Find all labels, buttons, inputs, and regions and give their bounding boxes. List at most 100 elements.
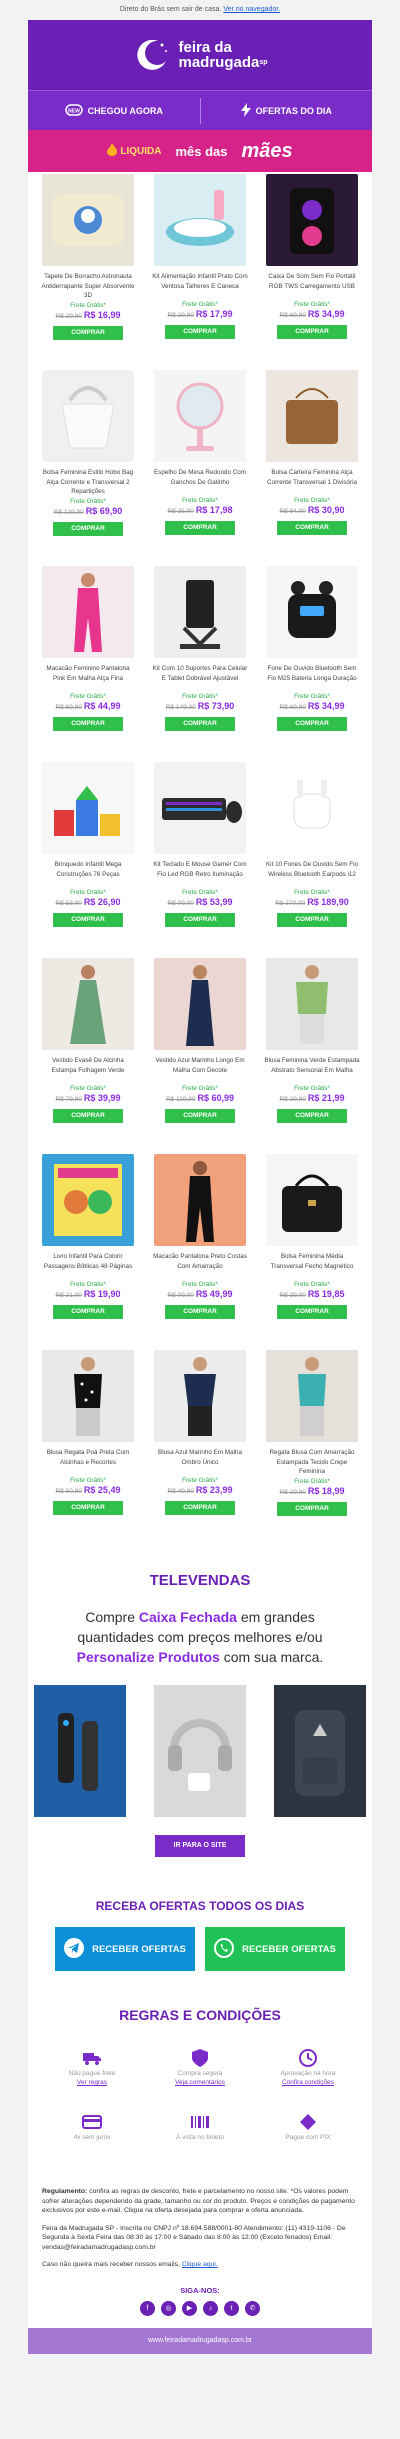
earbuds-case-icon[interactable] <box>266 566 358 658</box>
clock-icon <box>254 2047 362 2069</box>
go-to-site-button[interactable]: IR PARA O SITE <box>155 1835 245 1857</box>
regra-link[interactable]: Confira condições <box>254 2078 362 2087</box>
backpack-image[interactable] <box>274 1685 366 1817</box>
buy-button[interactable]: COMPRAR <box>165 913 235 927</box>
instagram-icon[interactable]: ◎ <box>161 2300 176 2316</box>
buy-button[interactable]: COMPRAR <box>53 325 123 340</box>
twitter-icon[interactable]: t <box>224 2300 239 2316</box>
old-price: R$ 31,90 <box>55 1292 82 1299</box>
product-card[interactable]: Brinquedo Infantil Mega Construções 76 P… <box>38 760 138 956</box>
speaker-icon[interactable] <box>266 174 358 266</box>
buy-button[interactable]: COMPRAR <box>165 1305 235 1319</box>
promo-mes-text: mês das <box>175 143 228 159</box>
product-card[interactable]: Bolsa Carteira Feminina Alça Corrente Tr… <box>262 368 362 564</box>
buy-button[interactable]: COMPRAR <box>165 1501 235 1515</box>
buy-button[interactable]: COMPRAR <box>53 521 123 536</box>
product-card[interactable]: Kit Alimentação Infantil Prato Com Vento… <box>150 172 250 368</box>
buy-button[interactable]: COMPRAR <box>277 1305 347 1319</box>
buy-button[interactable]: COMPRAR <box>53 913 123 927</box>
product-card[interactable]: Vestido Azul Marinho Longo Em Malha Com … <box>150 956 250 1152</box>
headphones-image[interactable] <box>154 1685 246 1817</box>
navy-blouse-icon[interactable] <box>154 1350 246 1442</box>
buy-button[interactable]: COMPRAR <box>277 521 347 535</box>
logo-header[interactable]: feira da madrugadasp <box>28 20 372 90</box>
buy-button[interactable]: COMPRAR <box>165 1109 235 1123</box>
green-blouse-icon[interactable] <box>266 958 358 1050</box>
new-price: R$ 34,99 <box>307 701 345 711</box>
product-card[interactable]: Livro Infantil Para Colorir Passagens Bí… <box>38 1152 138 1348</box>
coloring-book-icon[interactable] <box>42 1154 134 1246</box>
nav-chegou-agora[interactable]: NEW CHEGOU AGORA <box>28 103 200 118</box>
buy-button[interactable]: COMPRAR <box>165 521 235 535</box>
toy-blocks-icon[interactable] <box>42 762 134 854</box>
old-price: R$ 39,90 <box>279 1488 306 1496</box>
product-card[interactable]: Espelho De Mesa Redondo Com Ganchos De G… <box>150 368 250 564</box>
product-card[interactable]: Blusa Feminina Verde Estampada Abstrato … <box>262 956 362 1152</box>
regra-link[interactable]: Ver regras <box>38 2078 146 2087</box>
dotted-top-icon[interactable] <box>42 1350 134 1442</box>
product-card[interactable]: Macacão Feminino Pantalona Pink Em Malha… <box>38 564 138 760</box>
mat-icon[interactable] <box>42 174 134 266</box>
product-card[interactable]: Tapete De Borracho Astronauta Antiderrap… <box>38 172 138 368</box>
product-card[interactable]: Bolsa Feminina Estilo Hobo Bag Alça Corr… <box>38 368 138 564</box>
regra-item[interactable]: Não pague frete Ver regras <box>38 2047 146 2097</box>
buy-button[interactable]: COMPRAR <box>277 913 347 927</box>
product-card[interactable]: Bolsa Feminina Média Transversal Fecho M… <box>262 1152 362 1348</box>
buy-button[interactable]: COMPRAR <box>165 717 235 731</box>
buy-button[interactable]: COMPRAR <box>165 325 235 339</box>
whatsapp-offers-button[interactable]: RECEBER OFERTAS <box>205 1927 345 1971</box>
view-in-browser-link[interactable]: Ver no navegador. <box>223 6 280 13</box>
footer-link[interactable]: www.feiradamadrugadasp.com.br <box>28 2327 372 2354</box>
powerbank-image[interactable] <box>34 1685 126 1817</box>
product-card[interactable]: Vestido Evasê De Alcinha Estampa Folhage… <box>38 956 138 1152</box>
buy-button[interactable]: COMPRAR <box>277 717 347 731</box>
price-row: R$ 39,90 R$ 19,85 <box>280 1289 345 1301</box>
unsubscribe-link[interactable]: Clique aqui. <box>182 2261 218 2268</box>
phone-stand-icon[interactable] <box>154 566 246 658</box>
telegram-offers-button[interactable]: RECEBER OFERTAS <box>55 1927 195 1971</box>
product-card[interactable]: Blusa Azul Marinho Em Malha Ombro Único F… <box>150 1348 250 1544</box>
navy-dress-icon[interactable] <box>154 958 246 1050</box>
nav-ofertas-do-dia[interactable]: OFERTAS DO DIA <box>201 102 373 119</box>
mirror-icon[interactable] <box>154 370 246 462</box>
baby-plate-icon[interactable] <box>154 174 246 266</box>
buy-button[interactable]: COMPRAR <box>53 1305 123 1319</box>
product-card[interactable]: Caixa De Som Sem Fio Portátil RGB TWS Ca… <box>262 172 362 368</box>
product-card[interactable]: Regata Blusa Com Amarração Estampada Tec… <box>262 1348 362 1544</box>
youtube-icon[interactable]: ▶ <box>182 2300 197 2316</box>
logo-suffix: sp <box>259 59 268 66</box>
product-card[interactable]: Kit 10 Fones De Ouvido Sem Fio Wireless … <box>262 760 362 956</box>
preheader: Direto do Brás sem sair de casa. Ver no … <box>0 0 400 20</box>
keyboard-icon[interactable] <box>154 762 246 854</box>
buy-button[interactable]: COMPRAR <box>277 1501 347 1516</box>
facebook-icon[interactable]: f <box>140 2300 155 2316</box>
wallet-bag-icon[interactable] <box>266 370 358 462</box>
product-card[interactable]: Macacão Pantalona Preto Costas Com Amarr… <box>150 1152 250 1348</box>
buy-button[interactable]: COMPRAR <box>53 717 123 731</box>
tiktok-icon[interactable]: ♪ <box>203 2300 218 2316</box>
black-jumpsuit-icon[interactable] <box>154 1154 246 1246</box>
product-card[interactable]: Blusa Regata Poá Preta Com Alcinhas e Re… <box>38 1348 138 1544</box>
product-card[interactable]: Fone De Ouvido Bluetooth Sem Fio M25 Bat… <box>262 564 362 760</box>
product-name: Fone De Ouvido Bluetooth Sem Fio M25 Bat… <box>267 665 357 682</box>
earpods-icon[interactable] <box>266 762 358 854</box>
caixa-fechada-highlight: Caixa Fechada <box>138 1609 237 1625</box>
product-card[interactable]: Kit Com 10 Suportes Para Celular E Table… <box>150 564 250 760</box>
hobo-bag-icon[interactable] <box>42 370 134 462</box>
tie-top-icon[interactable] <box>266 1350 358 1442</box>
jumpsuit-icon[interactable] <box>42 566 134 658</box>
promo-banner[interactable]: LIQUIDA mês das mães <box>28 130 372 172</box>
new-price: R$ 69,90 <box>85 505 123 516</box>
buy-button[interactable]: COMPRAR <box>53 1501 123 1515</box>
regra-item[interactable]: Aprovação na hora Confira condições <box>254 2047 362 2097</box>
buy-button[interactable]: COMPRAR <box>277 325 347 339</box>
regra-item[interactable]: Compra segura Veja comentários <box>146 2047 254 2097</box>
product-card[interactable]: Kit Teclado E Mouse Gamer Com Fio Led RG… <box>150 760 250 956</box>
buy-button[interactable]: COMPRAR <box>277 1109 347 1123</box>
regra-link[interactable]: Veja comentários <box>146 2078 254 2087</box>
black-bag-icon[interactable] <box>266 1154 358 1246</box>
green-dress-icon[interactable] <box>42 958 134 1050</box>
whatsapp-social-icon[interactable]: ✆ <box>245 2300 260 2316</box>
old-price: R$ 149,90 <box>165 704 196 711</box>
buy-button[interactable]: COMPRAR <box>53 1109 123 1123</box>
